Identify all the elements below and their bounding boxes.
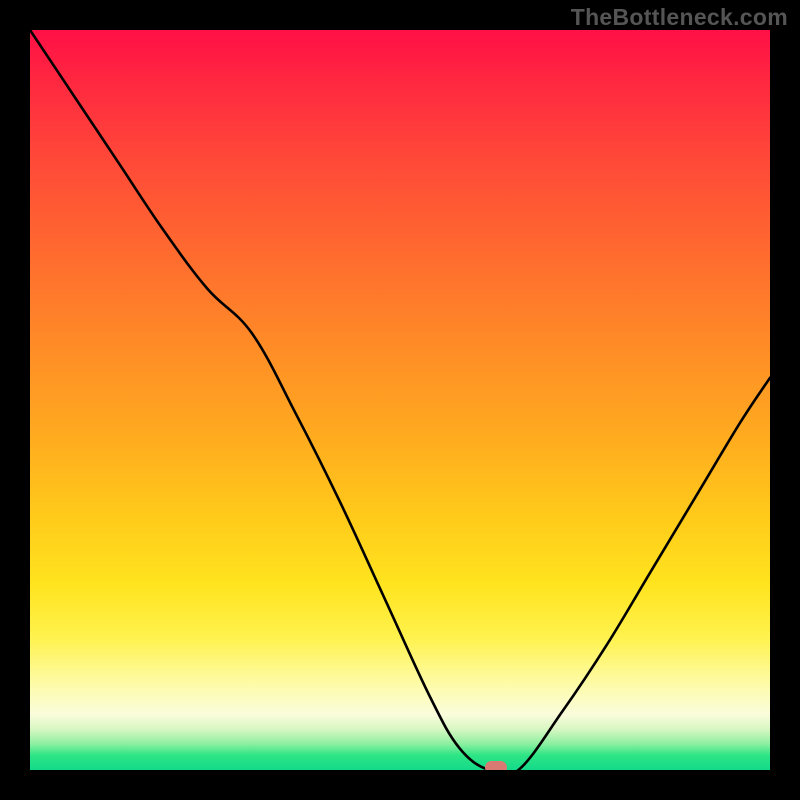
plot-area: [30, 30, 770, 770]
bottleneck-curve-path: [30, 30, 770, 770]
optimum-marker: [485, 761, 507, 770]
watermark-text: TheBottleneck.com: [571, 4, 788, 31]
chart-frame: TheBottleneck.com: [0, 0, 800, 800]
curve-svg: [30, 30, 770, 770]
